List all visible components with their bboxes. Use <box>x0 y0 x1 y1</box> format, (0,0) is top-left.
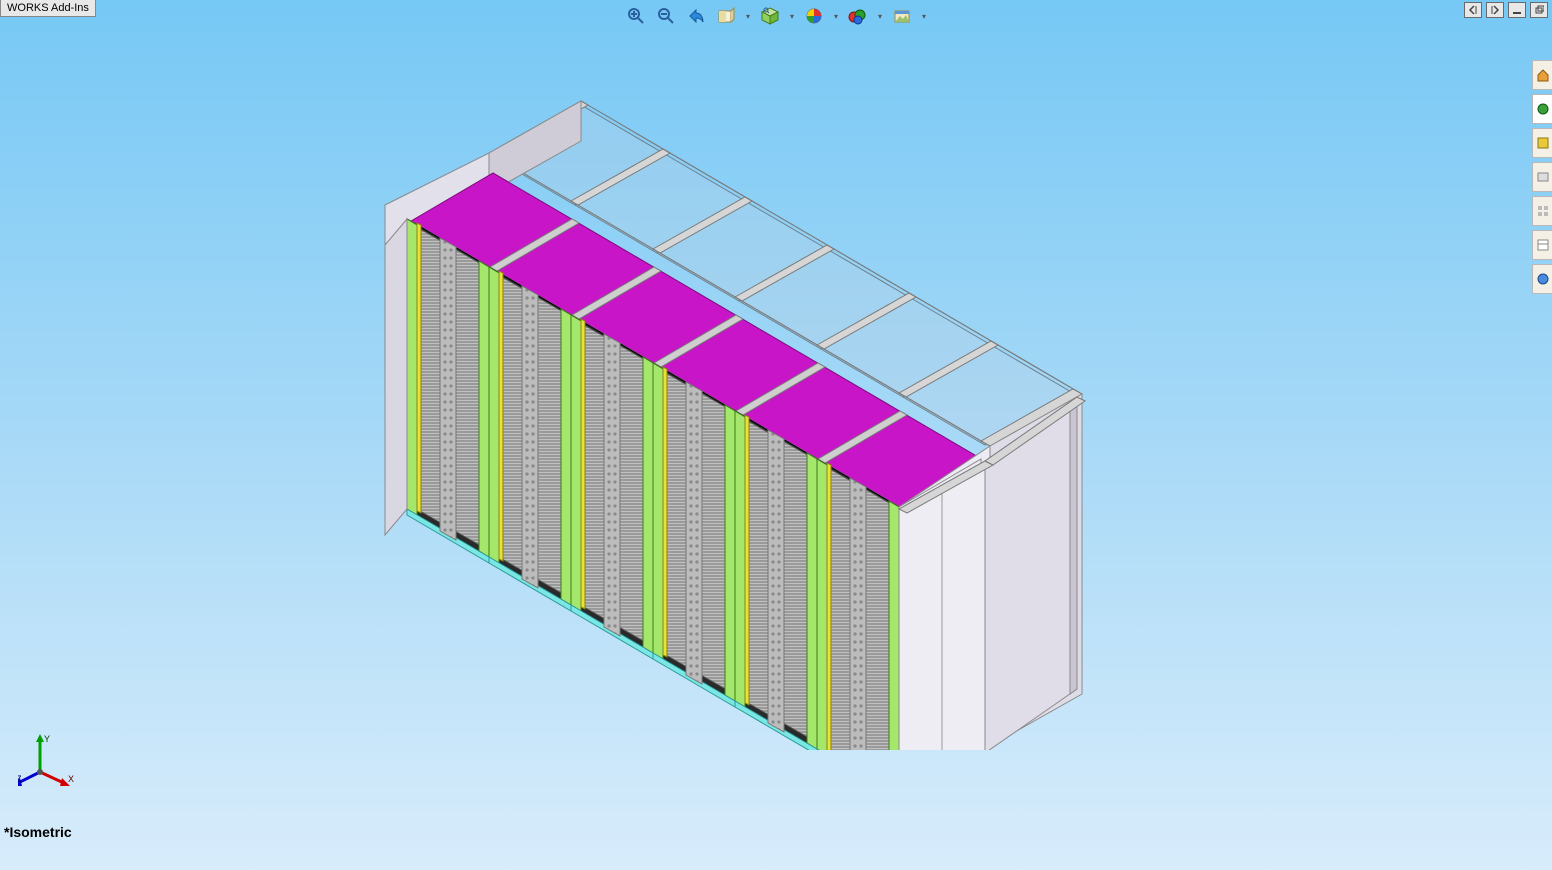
section-view-icon <box>717 7 735 25</box>
view-palette-icon <box>1536 204 1550 218</box>
edit-appearance-icon <box>893 7 911 25</box>
edit-appearance-button[interactable] <box>890 4 914 28</box>
zoom-to-area-icon <box>657 7 675 25</box>
previous-view-button[interactable] <box>684 4 708 28</box>
reference-triad[interactable]: Y X Z <box>18 730 78 790</box>
taskpane-tab-custom-props[interactable] <box>1532 128 1552 158</box>
zoom-to-fit-button[interactable] <box>624 4 648 28</box>
heads-up-view-toolbar: ▾ ▾ ▾ ▾ ▾ <box>624 4 928 28</box>
section-view-button[interactable] <box>714 4 738 28</box>
hide-show-items-button[interactable] <box>846 4 870 28</box>
hide-show-items-icon <box>848 7 868 25</box>
edit-appearance-dropdown[interactable]: ▾ <box>920 12 928 21</box>
zoom-to-fit-icon <box>627 7 645 25</box>
custom-props-icon <box>1536 136 1550 150</box>
display-style-button[interactable] <box>802 4 826 28</box>
tab-solidworks-addins[interactable]: WORKS Add-Ins <box>0 0 96 17</box>
collapse-pane-right-button[interactable] <box>1486 2 1504 18</box>
taskpane-tab-view-palette[interactable] <box>1532 196 1552 226</box>
taskpane-tab-library[interactable] <box>1532 230 1552 260</box>
taskpane-tab-forum[interactable] <box>1532 264 1552 294</box>
appearances-icon <box>1536 102 1550 116</box>
display-style-dropdown[interactable]: ▾ <box>832 12 840 21</box>
hide-show-items-dropdown[interactable]: ▾ <box>876 12 884 21</box>
minimize-window-button[interactable] <box>1508 2 1526 18</box>
graphics-viewport[interactable]: WORKS Add-Ins ▾ ▾ ▾ ▾ ▾ <box>0 0 1552 870</box>
view-orientation-button[interactable] <box>758 4 782 28</box>
taskpane-tab-appearances[interactable] <box>1532 94 1552 124</box>
section-view-dropdown[interactable]: ▾ <box>744 12 752 21</box>
zoom-to-area-button[interactable] <box>654 4 678 28</box>
tab-label: WORKS Add-Ins <box>7 2 89 14</box>
forum-icon <box>1536 272 1550 286</box>
resources-icon <box>1536 170 1550 184</box>
view-orientation-icon <box>760 7 780 25</box>
triad-icon: Y X Z <box>18 730 78 790</box>
model-assembly[interactable] <box>370 70 1110 750</box>
collapse-pane-left-button[interactable] <box>1464 2 1482 18</box>
axis-z-label: Z <box>18 774 22 784</box>
previous-view-icon <box>687 7 705 25</box>
view-orientation-label: *Isometric <box>4 824 72 840</box>
display-style-icon <box>805 7 823 25</box>
window-controls <box>1464 2 1548 18</box>
taskpane-tab-home[interactable] <box>1532 60 1552 90</box>
restore-window-button[interactable] <box>1530 2 1548 18</box>
server-rack-enclosure-model <box>370 70 1110 750</box>
taskpane-tab-resources[interactable] <box>1532 162 1552 192</box>
axis-y-label: Y <box>44 734 50 744</box>
axis-x-label: X <box>68 774 74 784</box>
home-icon <box>1536 68 1550 82</box>
view-orientation-dropdown[interactable]: ▾ <box>788 12 796 21</box>
library-icon <box>1536 238 1550 252</box>
task-pane <box>1532 60 1552 294</box>
